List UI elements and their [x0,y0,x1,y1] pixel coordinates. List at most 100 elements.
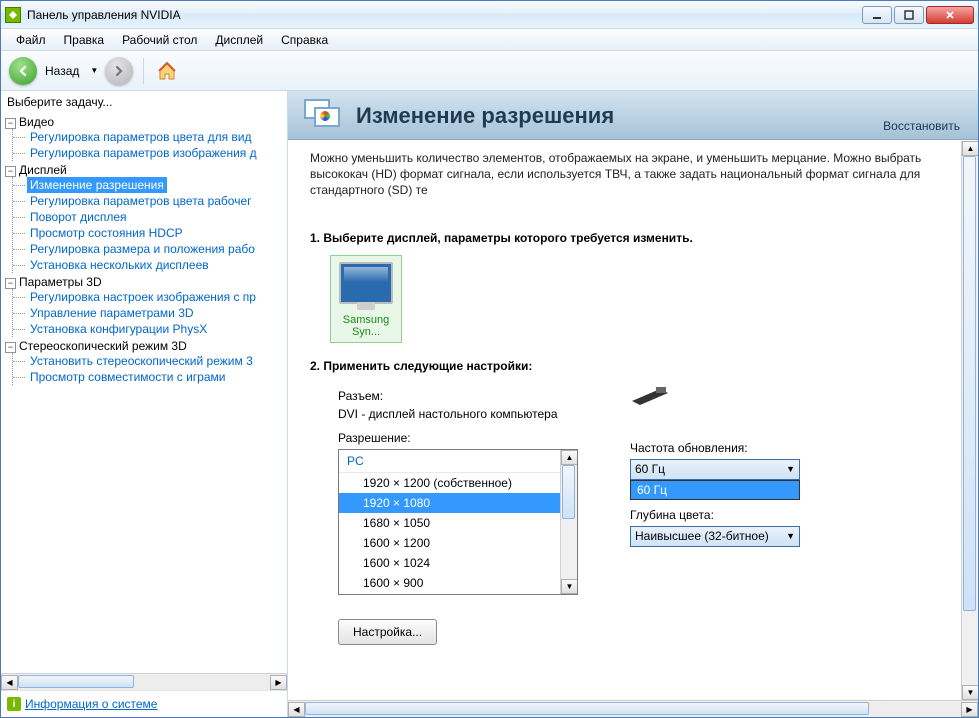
scroll-thumb-v[interactable] [562,465,575,520]
close-button[interactable] [926,6,974,24]
resolution-option[interactable]: 1920 × 1080 [339,493,577,513]
main-vscrollbar[interactable]: ▲ ▼ [961,141,978,700]
scroll-thumb[interactable] [305,702,869,715]
step2-title: 2. Применить следующие настройки: [310,359,956,373]
sidebar: Выберите задачу... −ВидеоРегулировка пар… [1,91,288,717]
tree-category[interactable]: Стереоскопический режим 3D [19,339,187,353]
tree-item[interactable]: Регулировка параметров цвета рабочег [27,193,255,209]
menu-desktop[interactable]: Рабочий стол [113,31,206,49]
main-hscrollbar[interactable]: ◀ ▶ [288,700,978,717]
resolution-label: Разрешение: [338,431,580,445]
titlebar[interactable]: Панель управления NVIDIA [1,1,978,29]
tree-toggle[interactable]: − [5,118,16,129]
home-button[interactable] [154,58,180,84]
customize-button[interactable]: Настройка... [338,619,437,645]
tree-toggle[interactable]: − [5,166,16,177]
step1-title: 1. Выберите дисплей, параметры которого … [310,231,956,245]
forward-button[interactable] [105,57,133,85]
display-item[interactable]: Samsung Syn... [330,255,402,343]
back-button[interactable] [9,57,37,85]
sidebar-hscrollbar[interactable]: ◀ ▶ [1,673,287,690]
info-icon: i [7,697,21,711]
page-title: Изменение разрешения [356,103,614,129]
refresh-combobox[interactable]: 60 Гц ▼ 60 Гц [630,459,800,480]
connector-label: Разъем: [338,389,580,403]
refresh-option[interactable]: 60 Гц [631,481,799,499]
tree-category[interactable]: Параметры 3D [19,275,102,289]
app-window: Панель управления NVIDIA Файл Правка Раб… [0,0,979,718]
resolution-option[interactable]: 1600 × 1200 [339,533,577,553]
sidebar-footer: i Информация о системе [1,690,287,717]
task-tree[interactable]: −ВидеоРегулировка параметров цвета для в… [1,113,287,673]
menu-file[interactable]: Файл [7,31,55,49]
tree-item[interactable]: Установить стереоскопический режим 3 [27,353,256,369]
tree-item[interactable]: Регулировка параметров изображения д [27,145,260,161]
depth-label: Глубина цвета: [630,508,830,522]
maximize-button[interactable] [894,6,924,24]
tree-item[interactable]: Поворот дисплея [27,209,130,225]
tree-item[interactable]: Установка конфигурации PhysX [27,321,210,337]
tree-item[interactable]: Регулировка настроек изображения с пр [27,289,259,305]
sidebar-title: Выберите задачу... [1,91,287,113]
refresh-label: Частота обновления: [630,441,830,455]
connector-value: DVI - дисплей настольного компьютера [338,407,580,421]
tree-item[interactable]: Просмотр совместимости с играми [27,369,228,385]
page-description: Можно уменьшить количество элементов, от… [288,140,978,209]
resolution-option[interactable]: 1600 × 1024 [339,553,577,573]
scroll-down-button[interactable]: ▼ [962,685,978,700]
scroll-track-v[interactable] [962,156,978,685]
tree-item[interactable]: Регулировка размера и положения рабо [27,241,258,257]
scroll-thumb[interactable] [18,675,134,688]
back-dropdown[interactable]: ▼ [87,66,101,75]
display-name: Samsung Syn... [335,314,397,338]
scroll-right-button[interactable]: ▶ [270,675,287,690]
tree-toggle[interactable]: − [5,278,16,289]
depth-combobox[interactable]: Наивысшее (32-битное) ▼ [630,526,800,547]
tree-item[interactable]: Регулировка параметров цвета для вид [27,129,254,145]
system-info-link[interactable]: Информация о системе [25,697,157,711]
resolution-option[interactable]: 1680 × 1050 [339,513,577,533]
tree-item[interactable]: Изменение разрешения [27,177,167,193]
resolution-listbox[interactable]: PC1920 × 1200 (собственное)1920 × 108016… [338,449,578,595]
chevron-down-icon: ▼ [786,531,795,541]
scroll-up-button[interactable]: ▲ [561,450,578,465]
menu-edit[interactable]: Правка [55,31,114,49]
tree-item[interactable]: Управление параметрами 3D [27,305,197,321]
scroll-down-button[interactable]: ▼ [561,579,578,594]
scroll-thumb-v[interactable] [963,156,976,611]
main-header: Изменение разрешения Восстановить [288,91,978,140]
depth-value: Наивысшее (32-битное) [635,529,769,543]
refresh-value: 60 Гц [635,462,665,476]
menu-help[interactable]: Справка [272,31,337,49]
window-title: Панель управления NVIDIA [27,8,862,22]
minimize-button[interactable] [862,6,892,24]
resolution-icon [304,99,344,133]
menubar: Файл Правка Рабочий стол Дисплей Справка [1,29,978,51]
scroll-right-button[interactable]: ▶ [961,702,978,717]
refresh-dropdown[interactable]: 60 Гц [630,480,800,500]
scroll-left-button[interactable]: ◀ [1,675,18,690]
tree-item[interactable]: Установка нескольких дисплеев [27,257,212,273]
resolution-option[interactable]: 1440 × 900 [339,593,577,595]
toolbar-separator [143,58,144,84]
restore-link[interactable]: Восстановить [883,119,960,133]
resolution-option[interactable]: 1600 × 900 [339,573,577,593]
resolution-vscrollbar[interactable]: ▲ ▼ [560,450,577,594]
tree-toggle[interactable]: − [5,342,16,353]
scroll-up-button[interactable]: ▲ [962,141,978,156]
chevron-down-icon: ▼ [786,464,795,474]
resolution-option[interactable]: 1920 × 1200 (собственное) [339,473,577,493]
scroll-track[interactable] [18,675,270,690]
tree-item[interactable]: Просмотр состояния HDCP [27,225,186,241]
scroll-left-button[interactable]: ◀ [288,702,305,717]
back-label: Назад [45,64,79,78]
toolbar: Назад ▼ [1,51,978,91]
scroll-track-v[interactable] [561,465,577,579]
main-panel: Изменение разрешения Восстановить Можно … [288,91,978,717]
tree-category[interactable]: Видео [19,115,54,129]
menu-display[interactable]: Дисплей [206,31,272,49]
tree-category[interactable]: Дисплей [19,163,67,177]
connector-icon [630,383,670,409]
scroll-track[interactable] [305,702,961,717]
nvidia-icon [5,7,21,23]
